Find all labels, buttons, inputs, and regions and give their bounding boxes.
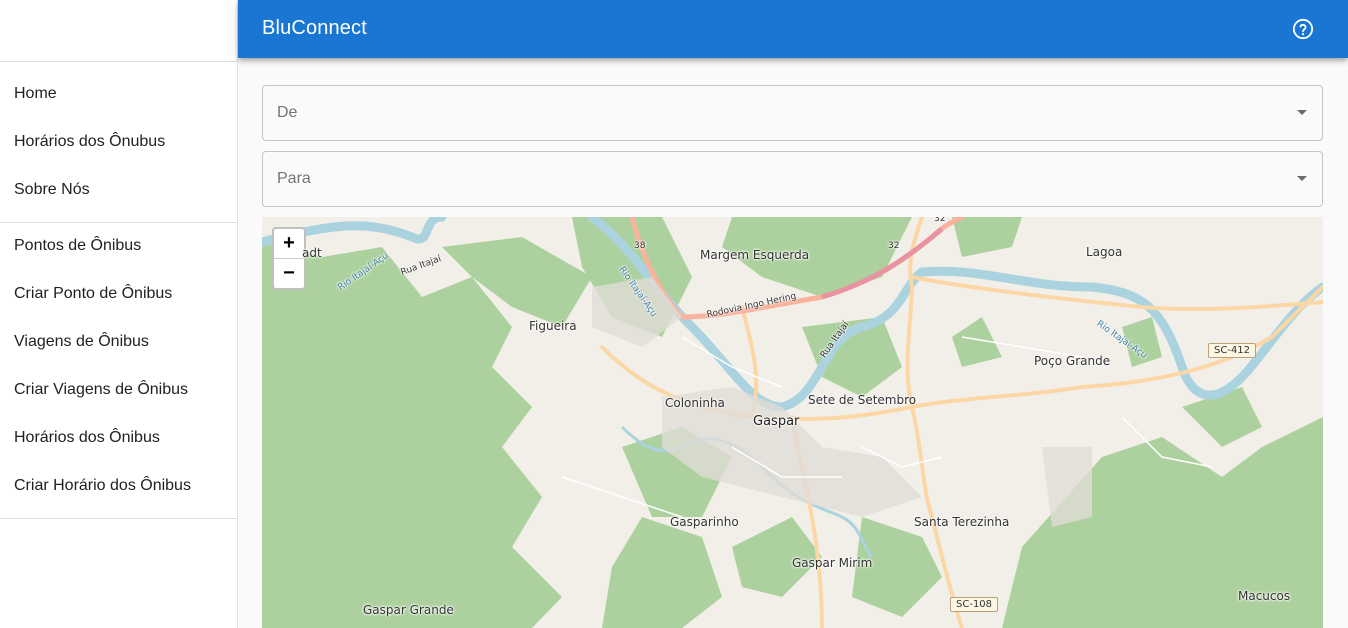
map-road-number-32b: 32 [934, 217, 946, 224]
map-label-sete-de-setembro: Sete de Setembro [808, 393, 917, 407]
map-label-gaspar-mirim: Gaspar Mirim [792, 556, 873, 570]
map-label-lagoa: Lagoa [1086, 245, 1123, 259]
map-zoom-control: + − [272, 227, 306, 290]
map-label-figueira: Figueira [529, 319, 577, 333]
zoom-in-button[interactable]: + [274, 229, 304, 258]
zoom-out-button[interactable]: − [274, 258, 304, 288]
from-dropdown-arrow-icon[interactable] [1297, 110, 1307, 115]
sidebar-item-viagens[interactable]: Viagens de Ônibus [0, 318, 237, 366]
map-label-gaspar-grande: Gaspar Grande [363, 603, 454, 617]
help-circle-icon[interactable] [1292, 18, 1314, 40]
to-dropdown-arrow-icon[interactable] [1297, 176, 1307, 181]
sidebar-item-pontos[interactable]: Pontos de Ônibus [0, 222, 237, 270]
sidebar-admin-list: Pontos de Ônibus Criar Ponto de Ônibus V… [0, 222, 237, 519]
sidebar-primary-list: Home Horários dos Ônubus Sobre Nós [0, 62, 237, 223]
map-shield-sc108: SC-108 [950, 597, 999, 612]
app-title: BluConnect [262, 17, 367, 39]
map-shield-sc412: SC-412 [1208, 343, 1257, 358]
map-label-santa-terezinha: Santa Terezinha [914, 515, 1010, 529]
sidebar-item-sobre-nos[interactable]: Sobre Nós [0, 166, 237, 214]
sidebar-header [0, 0, 237, 62]
app-bar: BluConnect [238, 0, 1348, 58]
map-label-adt: adt [302, 246, 322, 260]
map-view[interactable]: + − adt Margem Esquerda Lagoa Figueira P… [262, 217, 1323, 628]
from-select-label: De [277, 104, 298, 121]
sidebar-item-criar-horario[interactable]: Criar Horário dos Ônibus [0, 462, 237, 510]
sidebar-item-criar-ponto[interactable]: Criar Ponto de Ônibus [0, 270, 237, 318]
sidebar-drawer: Home Horários dos Ônubus Sobre Nós Ponto… [0, 0, 238, 628]
map-road-number-38: 38 [634, 241, 646, 251]
sidebar-item-criar-viagens[interactable]: Criar Viagens de Ônibus [0, 366, 237, 414]
sidebar-item-home[interactable]: Home [0, 70, 237, 118]
map-label-coloninha: Coloninha [665, 396, 725, 410]
to-select[interactable]: Para [262, 151, 1323, 207]
map-label-macucos: Macucos [1238, 589, 1291, 603]
map-label-gasparinho: Gasparinho [670, 515, 739, 529]
map-road-number-32a: 32 [888, 241, 900, 251]
from-select[interactable]: De [262, 85, 1323, 141]
sidebar-item-horarios[interactable]: Horários dos Ônubus [0, 118, 237, 166]
map-label-gaspar: Gaspar [753, 414, 800, 429]
map-label-margem-esquerda: Margem Esquerda [700, 248, 810, 262]
sidebar-item-horarios-admin[interactable]: Horários dos Ônibus [0, 414, 237, 462]
map-label-poco-grande: Poço Grande [1034, 354, 1111, 368]
to-select-label: Para [277, 170, 311, 187]
